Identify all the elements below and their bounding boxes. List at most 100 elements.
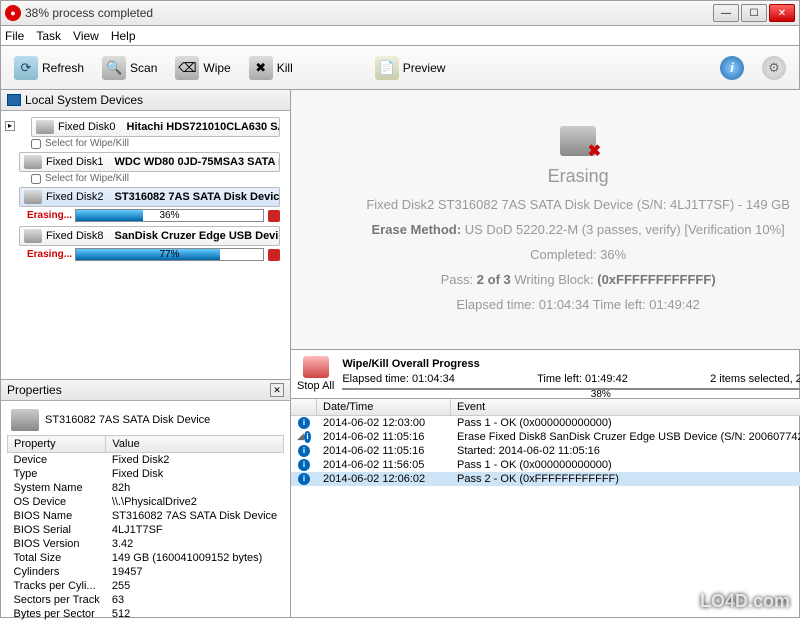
device-select[interactable]: Select for Wipe/Kill (27, 137, 280, 150)
info-icon: i (298, 445, 310, 457)
log-row[interactable]: i2014-06-02 12:06:02Pass 2 - OK (0xFFFFF… (291, 472, 800, 486)
minimize-button[interactable]: — (713, 4, 739, 22)
close-panel-icon[interactable]: ✕ (270, 383, 284, 397)
menu-view[interactable]: View (73, 29, 99, 43)
property-row: TypeFixed Disk (8, 467, 284, 481)
log-row[interactable]: i2014-06-02 12:03:00Pass 1 - OK (0x00000… (291, 416, 800, 430)
property-row: DeviceFixed Disk2 (8, 453, 284, 468)
properties-device: ST316082 7AS SATA Disk Device (7, 405, 284, 435)
settings-button[interactable]: ⚙ (755, 51, 793, 85)
wipe-button[interactable]: ⌫Wipe (168, 51, 237, 85)
info-icon: i (298, 473, 310, 485)
toolbar: ⟳Refresh 🔍Scan ⌫Wipe ✖Kill 📄Preview i ⚙ (0, 46, 800, 90)
select-checkbox[interactable] (31, 139, 41, 149)
stop-icon[interactable] (268, 249, 280, 261)
device-row-active[interactable]: Fixed Disk2 ST316082 7AS SATA Disk Devic… (19, 187, 280, 207)
window-buttons: — ☐ ✕ (713, 4, 795, 22)
device-select[interactable]: Select for Wipe/Kill (27, 172, 280, 185)
overall-timeleft: Time left: 01:49:42 (537, 373, 628, 385)
window-title: 38% process completed (25, 6, 713, 20)
event-log[interactable]: Date/Time Event i2014-06-02 12:03:00Pass… (291, 399, 800, 618)
stop-icon[interactable] (268, 210, 280, 222)
menu-help[interactable]: Help (111, 29, 136, 43)
info-icon: i (304, 431, 311, 443)
overall-items: 2 items selected, 2 in progress (710, 373, 800, 385)
disk-icon (24, 229, 42, 243)
device-row[interactable]: Fixed Disk0 Hitachi HDS721010CLA630 SATA… (31, 117, 280, 137)
overall-progress: Stop All Wipe/Kill Overall Progress Elap… (291, 350, 800, 399)
property-row: Total Size149 GB (160041009152 bytes) (8, 551, 284, 565)
progress-bar: 77% (75, 248, 264, 261)
property-row: Sectors per Track63 (8, 593, 284, 607)
device-row[interactable]: Fixed Disk1 WDC WD80 0JD-75MSA3 SATA Dis… (19, 152, 280, 172)
properties-header: Properties ✕ (1, 380, 290, 401)
erase-label: Erasing... (27, 249, 71, 260)
close-button[interactable]: ✕ (769, 4, 795, 22)
overall-progress-bar: 38% (342, 388, 800, 390)
col-datetime[interactable]: Date/Time (317, 399, 451, 415)
menu-file[interactable]: File (5, 29, 24, 43)
detail-pass: Pass: 2 of 3 Writing Block: (0xFFFFFFFFF… (441, 272, 716, 287)
preview-icon: 📄 (375, 56, 399, 80)
col-value[interactable]: Value (106, 436, 284, 453)
stop-all-icon (303, 356, 329, 378)
info-button[interactable]: i (713, 51, 751, 85)
scan-button[interactable]: 🔍Scan (95, 51, 164, 85)
kill-button[interactable]: ✖Kill (242, 51, 300, 85)
erase-progress: Erasing... 36% (27, 209, 280, 222)
info-icon: i (298, 459, 310, 471)
property-row: System Name82h (8, 481, 284, 495)
info-icon: i (298, 417, 310, 429)
expand-toggle[interactable]: ▸ (5, 121, 15, 131)
log-row[interactable]: i2014-06-02 11:56:05Pass 1 - OK (0x00000… (291, 458, 800, 472)
devices-header: Local System Devices (1, 90, 290, 111)
col-property[interactable]: Property (8, 436, 106, 453)
erasing-icon (560, 126, 596, 156)
device-tree[interactable]: ▸ Fixed Disk0 Hitachi HDS721010CLA630 SA… (1, 111, 290, 379)
property-row: BIOS Serial4LJ1T7SF (8, 523, 284, 537)
menubar: File Task View Help (0, 26, 800, 46)
detail-heading: Erasing (548, 166, 609, 187)
property-row: BIOS NameST316082 7AS SATA Disk Device (8, 509, 284, 523)
disk-icon (24, 155, 42, 169)
property-row: Cylinders19457 (8, 565, 284, 579)
preview-button[interactable]: 📄Preview (368, 51, 453, 85)
detail-panel: Erasing Fixed Disk2 ST316082 7AS SATA Di… (291, 90, 800, 350)
log-header: Date/Time Event (291, 399, 800, 416)
detail-method: Erase Method: US DoD 5220.22-M (3 passes… (372, 222, 785, 237)
kill-icon: ✖ (249, 56, 273, 80)
disk-icon (11, 409, 39, 431)
wipe-icon: ⌫ (175, 56, 199, 80)
disk-icon (24, 190, 42, 204)
detail-time: Elapsed time: 01:04:34 Time left: 01:49:… (456, 297, 700, 312)
properties-table: PropertyValue DeviceFixed Disk2TypeFixed… (7, 435, 284, 621)
erase-label: Erasing... (27, 210, 71, 221)
select-checkbox[interactable] (31, 174, 41, 184)
scan-icon: 🔍 (102, 56, 126, 80)
titlebar: ● 38% process completed — ☐ ✕ (0, 0, 800, 26)
menu-task[interactable]: Task (36, 29, 61, 43)
refresh-button[interactable]: ⟳Refresh (7, 51, 91, 85)
properties-panel: Properties ✕ ST316082 7AS SATA Disk Devi… (1, 379, 290, 617)
gear-icon: ⚙ (762, 56, 786, 80)
app-icon: ● (5, 5, 21, 21)
property-row: Bytes per Sector512 (8, 607, 284, 621)
detail-completed: Completed: 36% (530, 247, 626, 262)
property-row: BIOS Version3.42 (8, 537, 284, 551)
property-row: Tracks per Cyli...255 (8, 579, 284, 593)
disk-icon (36, 120, 54, 134)
col-event[interactable]: Event (451, 399, 800, 415)
stop-all-button[interactable]: Stop All (297, 356, 334, 392)
overall-title: Wipe/Kill Overall Progress (342, 358, 800, 370)
info-icon: i (720, 56, 744, 80)
monitor-icon (7, 94, 21, 106)
erase-progress: Erasing... 77% (27, 248, 280, 261)
property-row: OS Device\\.\PhysicalDrive2 (8, 495, 284, 509)
detail-device: Fixed Disk2 ST316082 7AS SATA Disk Devic… (366, 197, 790, 212)
log-row[interactable]: i2014-06-02 11:05:16Started: 2014-06-02 … (291, 444, 800, 458)
device-row[interactable]: Fixed Disk8 SanDisk Cruzer Edge USB Devi… (19, 226, 280, 246)
log-row[interactable]: ◢i2014-06-02 11:05:16Erase Fixed Disk8 S… (291, 430, 800, 444)
refresh-icon: ⟳ (14, 56, 38, 80)
overall-elapsed: Elapsed time: 01:04:34 (342, 373, 455, 385)
maximize-button[interactable]: ☐ (741, 4, 767, 22)
